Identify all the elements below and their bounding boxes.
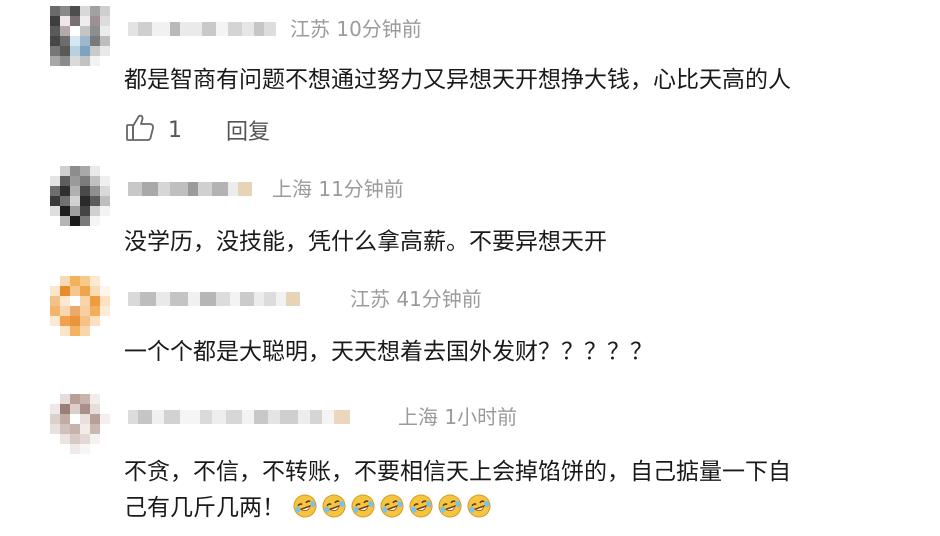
timestamp: 10分钟前 (336, 17, 422, 41)
avatar[interactable] (50, 166, 110, 226)
reply-button[interactable]: 回复 (226, 114, 270, 146)
thumbs-up-icon (124, 112, 156, 148)
comment-text: 都是智商有问题不想通过努力又异想天开想挣大钱，心比天高的人 (124, 67, 791, 93)
comment-text-line-2-text: 己有几斤几两！ (124, 495, 285, 521)
laugh-cry-emoji (379, 493, 405, 519)
comment-text: 没学历，没技能，凭什么拿高薪。不要异想天开 (124, 229, 607, 255)
laugh-cry-emoji (292, 493, 318, 519)
comment-meta: 上海 1小时前 (398, 404, 517, 430)
timestamp: 1小时前 (444, 405, 518, 429)
avatar[interactable] (50, 394, 110, 454)
laugh-cry-emoji (408, 493, 434, 519)
comment-list: 江苏 10分钟前 都是智商有问题不想通过努力又异想天开想挣大钱，心比天高的人 1… (0, 0, 940, 536)
laugh-cry-emoji (466, 493, 492, 519)
comment-text-line-2: 己有几斤几两！ (124, 490, 495, 526)
username-blurred[interactable] (128, 286, 300, 312)
comment-meta: 上海 11分钟前 (272, 176, 404, 202)
comment-actions: 1 回复 (124, 114, 270, 146)
laugh-cry-emoji (437, 493, 463, 519)
comment-item: 上海 1小时前 不贪，不信，不转账，不要相信天上会掉馅饼的，自己掂量一下自 己有… (0, 386, 940, 536)
timestamp: 11分钟前 (318, 177, 404, 201)
username-blurred[interactable] (128, 176, 252, 202)
comment-meta: 江苏 41分钟前 (350, 286, 482, 312)
comment-item: 江苏 10分钟前 都是智商有问题不想通过努力又异想天开想挣大钱，心比天高的人 1… (0, 0, 940, 160)
like-count: 1 (168, 117, 182, 143)
location: 上海 (272, 177, 312, 201)
comment-text: 一个个都是大聪明，天天想着去国外发财？？？？？ (124, 339, 653, 365)
comment-meta: 江苏 10分钟前 (290, 16, 422, 42)
timestamp: 41分钟前 (396, 287, 482, 311)
username-blurred[interactable] (128, 16, 276, 42)
comment-item: 上海 11分钟前 没学历，没技能，凭什么拿高薪。不要异想天开 (0, 160, 940, 270)
like-button[interactable]: 1 (124, 112, 182, 148)
comment-item: 江苏 41分钟前 一个个都是大聪明，天天想着去国外发财？？？？？ (0, 270, 940, 386)
avatar[interactable] (50, 276, 110, 336)
laugh-cry-emoji (350, 493, 376, 519)
location: 江苏 (350, 287, 390, 311)
laugh-cry-emoji (321, 493, 347, 519)
comment-text-line-1: 不贪，不信，不转账，不要相信天上会掉馅饼的，自己掂量一下自 (124, 459, 791, 485)
username-blurred[interactable] (128, 404, 350, 430)
avatar[interactable] (50, 6, 110, 66)
location: 江苏 (290, 17, 330, 41)
location: 上海 (398, 405, 438, 429)
emoji-row (292, 493, 495, 521)
